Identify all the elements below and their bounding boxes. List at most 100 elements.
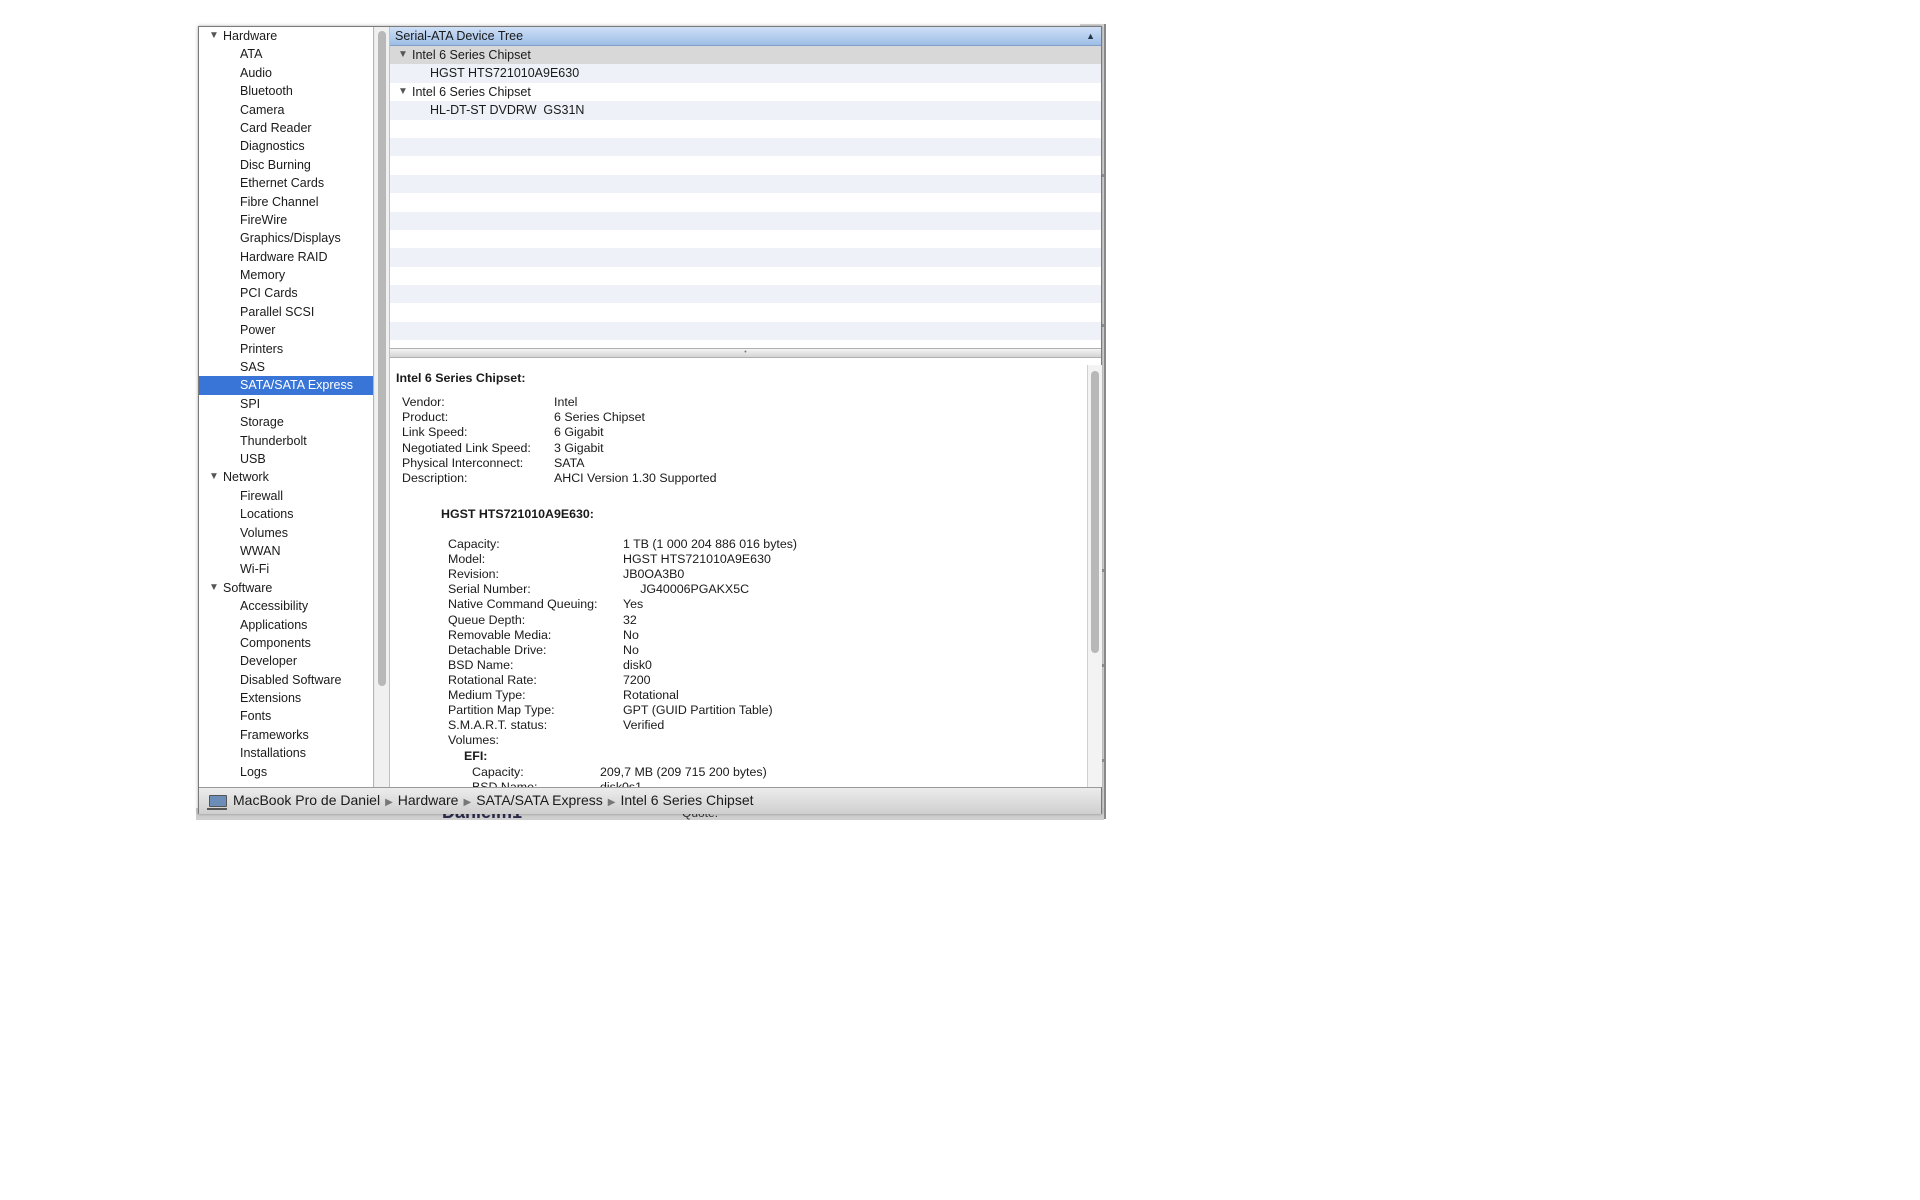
sidebar-item-applications[interactable]: Applications — [199, 616, 373, 634]
sidebar-item-graphics-displays[interactable]: Graphics/Displays — [199, 229, 373, 247]
property-key: Link Speed: — [402, 425, 468, 440]
sort-ascending-icon[interactable]: ▲ — [1086, 27, 1095, 45]
device-tree[interactable]: ▼ Intel 6 Series Chipset HGST HTS721010A9E… — [390, 46, 1101, 348]
sidebar-item-storage[interactable]: Storage — [199, 413, 373, 431]
tree-row-empty — [390, 248, 1101, 267]
property-key: Capacity: — [472, 765, 524, 779]
property-key: Removable Media: — [448, 627, 552, 642]
property-key: Product: — [402, 410, 449, 425]
detail-property-row: Native Command Queuing: Yes — [448, 597, 1048, 612]
sidebar-item-usb[interactable]: USB — [199, 450, 373, 468]
detail-property-row: Rotational Rate: 7200 — [448, 673, 1048, 688]
sidebar-scrollbar[interactable] — [375, 27, 390, 787]
property-key: Model: — [448, 552, 486, 567]
tree-row-device[interactable]: HGST HTS721010A9E630 — [390, 64, 1101, 83]
sidebar-item-frameworks[interactable]: Frameworks — [199, 726, 373, 744]
property-key: Medium Type: — [448, 688, 526, 702]
tree-row-controller[interactable]: ▼ Intel 6 Series Chipset — [390, 46, 1101, 65]
sidebar-item-pci-cards[interactable]: PCI Cards — [199, 284, 373, 302]
sidebar-item-extensions[interactable]: Extensions — [199, 689, 373, 707]
sidebar-item-camera[interactable]: Camera — [199, 101, 373, 119]
disclosure-triangle-icon[interactable]: ▼ — [209, 27, 219, 45]
path-crumb[interactable]: Intel 6 Series Chipset — [620, 792, 753, 808]
property-value: JB0OA3B0 — [623, 567, 685, 582]
sidebar-item-printers[interactable]: Printers — [199, 340, 373, 358]
detail-property-row: Removable Media: No — [448, 628, 1048, 643]
property-value: 6 Gigabit — [554, 425, 604, 440]
property-value: 209,7 MB (209 715 200 bytes) — [600, 765, 767, 779]
tree-row-empty — [390, 120, 1101, 138]
sidebar-item-ethernet-cards[interactable]: Ethernet Cards — [199, 174, 373, 192]
sidebar-item-fibre-channel[interactable]: Fibre Channel — [199, 193, 373, 211]
detail-property-row: Negotiated Link Speed: 3 Gigabit — [402, 441, 1002, 456]
sidebar-item-disabled-software[interactable]: Disabled Software — [199, 671, 373, 689]
detail-scrollbar[interactable] — [1087, 365, 1102, 787]
tree-row-empty — [390, 230, 1101, 248]
detail-property-row: Revision: JB0OA3B0 — [448, 567, 1048, 582]
tree-row-empty — [390, 211, 1101, 230]
tree-row-controller[interactable]: ▼ Intel 6 Series Chipset — [390, 83, 1101, 101]
sidebar-item-firewall[interactable]: Firewall — [199, 487, 373, 505]
sidebar-category-network[interactable]: ▼ Network — [199, 468, 373, 486]
sidebar-item-power[interactable]: Power — [199, 321, 373, 339]
path-crumb[interactable]: MacBook Pro de Daniel — [233, 792, 380, 808]
sidebar-item-sata-sata-express[interactable]: SATA/SATA Express — [199, 376, 373, 395]
sidebar-scroll-thumb[interactable] — [378, 31, 386, 686]
detail-property-row: Model: HGST HTS721010A9E630 — [448, 552, 1048, 567]
sidebar-item-memory[interactable]: Memory — [199, 266, 373, 284]
pane-splitter[interactable]: • — [390, 348, 1101, 358]
tree-row-label: Intel 6 Series Chipset — [412, 84, 531, 99]
sidebar-item-fonts[interactable]: Fonts — [199, 707, 373, 725]
detail-property-row: Capacity: 1 TB (1 000 204 886 016 bytes) — [448, 537, 1048, 552]
sidebar-item-locations[interactable]: Locations — [199, 505, 373, 523]
sidebar-item-parallel-scsi[interactable]: Parallel SCSI — [199, 303, 373, 321]
sidebar-item-volumes[interactable]: Volumes — [199, 524, 373, 542]
sidebar-item-disc-burning[interactable]: Disc Burning — [199, 156, 373, 174]
property-key: Native Command Queuing: — [448, 597, 598, 612]
sidebar-item-bluetooth[interactable]: Bluetooth — [199, 82, 373, 100]
property-value: 6 Series Chipset — [554, 410, 645, 425]
disclosure-triangle-icon[interactable]: ▼ — [398, 46, 408, 64]
sidebar-item-installations[interactable]: Installations — [199, 744, 373, 762]
tree-row-empty — [390, 193, 1101, 211]
sidebar-item-spi[interactable]: SPI — [199, 395, 373, 413]
sidebar-item-ata[interactable]: ATA — [199, 45, 373, 63]
disclosure-triangle-icon[interactable]: ▼ — [398, 83, 408, 101]
property-key: Physical Interconnect: — [402, 455, 524, 470]
detail-title: Intel 6 Series Chipset: — [396, 371, 526, 385]
drive-title: HGST HTS721010A9E630: — [441, 507, 594, 521]
sidebar-item-logs[interactable]: Logs — [199, 763, 373, 781]
detail-property-row: BSD Name: disk0 — [448, 658, 1048, 673]
property-key: S.M.A.R.T. status: — [448, 718, 548, 733]
tree-row-empty — [390, 267, 1101, 285]
sidebar-item-accessibility[interactable]: Accessibility — [199, 597, 373, 615]
sidebar-item-card-reader[interactable]: Card Reader — [199, 119, 373, 137]
sidebar[interactable]: ▼ Hardware ATA Audio Bluetooth Camera Card Rea… — [199, 27, 374, 787]
sidebar-item-diagnostics[interactable]: Diagnostics — [199, 137, 373, 155]
sidebar-item-components[interactable]: Components — [199, 634, 373, 652]
tree-row-device[interactable]: HL-DT-ST DVDRW GS31N — [390, 101, 1101, 120]
property-key: Vendor: — [402, 395, 445, 409]
disclosure-triangle-icon[interactable]: ▼ — [209, 579, 219, 597]
detail-scroll-thumb[interactable] — [1091, 371, 1099, 653]
sidebar-category-software[interactable]: ▼ Software — [199, 579, 373, 597]
tree-column-header[interactable]: Serial-ATA Device Tree ▲ — [390, 27, 1101, 46]
property-key: Queue Depth: — [448, 612, 526, 627]
sidebar-item-wi-fi[interactable]: Wi-Fi — [199, 560, 373, 578]
path-crumb[interactable]: Hardware — [398, 792, 459, 808]
sidebar-category-hardware[interactable]: ▼ Hardware — [199, 27, 373, 45]
sidebar-item-wwan[interactable]: WWAN — [199, 542, 373, 560]
sidebar-item-hardware-raid[interactable]: Hardware RAID — [199, 248, 373, 266]
path-crumb[interactable]: SATA/SATA Express — [476, 792, 603, 808]
sidebar-item-sas[interactable]: SAS — [199, 358, 373, 376]
detail-property-row: Description: AHCI Version 1.30 Supported — [402, 471, 1002, 486]
sidebar-item-audio[interactable]: Audio — [199, 64, 373, 82]
property-value: 1 TB (1 000 204 886 016 bytes) — [623, 537, 798, 551]
sidebar-item-thunderbolt[interactable]: Thunderbolt — [199, 432, 373, 450]
tree-row-empty — [390, 321, 1101, 341]
sidebar-item-firewire[interactable]: FireWire — [199, 211, 373, 229]
sidebar-item-developer[interactable]: Developer — [199, 652, 373, 670]
detail-property-row: Serial Number: JG40006PGAKX5C — [448, 582, 1048, 597]
disclosure-triangle-icon[interactable]: ▼ — [209, 468, 219, 486]
path-bar: MacBook Pro de Daniel ▶ Hardware ▶ SATA/SATA… — [199, 787, 1101, 814]
